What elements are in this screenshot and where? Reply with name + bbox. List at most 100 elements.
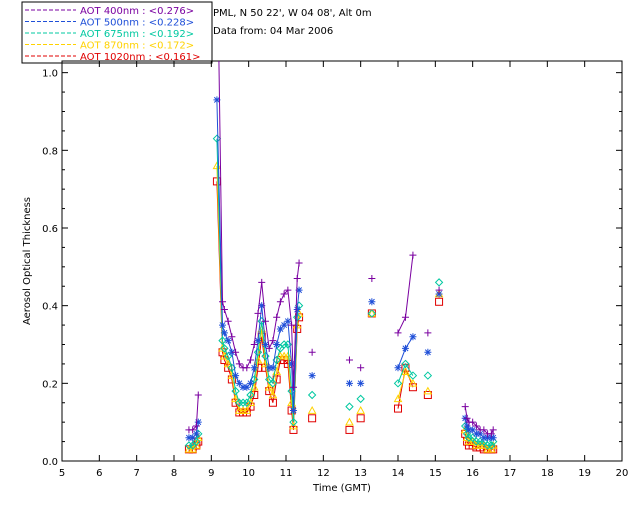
x-tick-label: 12 [317,468,330,479]
series-line [397,255,414,334]
data-point [401,313,409,321]
x-tick-label: 9 [208,468,214,479]
x-tick-label: 8 [171,468,177,479]
legend-label: AOT 500nm : <0.228> [80,18,194,29]
data-point [368,298,376,306]
data-point [250,364,258,372]
data-point [423,371,433,380]
data-point [307,390,317,400]
x-tick-label: 17 [504,468,517,479]
x-tick-label: 10 [242,468,255,479]
data-point [295,259,303,267]
data-point [219,321,227,329]
data-point [273,313,281,321]
data-point [224,317,232,325]
data-point [293,306,301,314]
data-point [356,394,365,404]
series [185,96,497,442]
data-point [269,364,277,372]
data-point [308,372,316,380]
data-point [220,329,228,337]
data-point [423,386,433,395]
data-point [194,418,202,426]
x-tick-label: 19 [578,468,591,479]
series-line [216,165,300,427]
x-tick-label: 13 [354,468,367,479]
data-point [489,434,497,442]
data-point [434,278,444,287]
data-point [345,425,354,434]
x-tick-label: 5 [59,468,65,479]
data-point [224,337,232,345]
data-point [289,407,297,415]
data-point [401,344,409,352]
plot-frame [61,60,623,462]
data-point [394,329,402,337]
series [184,161,498,453]
x-tick-label: 11 [280,468,293,479]
legend-label: AOT 675nm : <0.192> [80,29,194,40]
data-point [435,286,443,294]
info-location: PML, N 50 22', W 04 08', Alt 0m [213,8,372,19]
y-tick-label: 1.0 [42,69,58,80]
x-axis: 5 6 7 8 9 10 11 12 13 14 15 16 17 18 19 20 [59,61,629,479]
data-point [247,379,255,387]
y-tick-label: 0.0 [42,457,58,468]
data-point [219,298,227,306]
data-point [215,50,222,57]
data-point [192,430,200,438]
data-point [247,356,255,364]
data-point [409,251,417,259]
data-point [463,414,471,422]
data-point [435,297,444,306]
y-tick-label: 0.2 [42,379,58,390]
y-axis: 0.0 0.2 0.4 0.6 0.8 1.0 [42,69,622,468]
y-tick-label: 0.8 [42,146,58,157]
x-tick-label: 7 [133,468,139,479]
data-point [356,405,366,414]
aot-chart: AOT 400nm : <0.276>AOT 500nm : <0.228>AO… [21,1,629,494]
x-tick-label: 16 [466,468,479,479]
y-tick-label: 0.4 [42,302,58,313]
data-point [357,364,365,372]
data-point [394,364,402,372]
data-point [194,391,202,399]
y-axis-title: Aerosol Optical Thickness [22,197,33,325]
data-point [243,364,251,372]
plot-area [184,50,498,454]
legend-label: AOT 870nm : <0.172> [80,41,194,52]
legend: AOT 400nm : <0.276>AOT 500nm : <0.228>AO… [21,1,213,64]
x-tick-label: 6 [96,468,102,479]
x-tick-label: 14 [392,468,405,479]
series [184,177,498,454]
data-point [356,414,365,423]
data-point [409,333,417,341]
x-axis-title: Time (GMT) [312,483,371,494]
info-block: PML, N 50 22', W 04 08', Alt 0m Data fro… [213,8,372,37]
x-tick-label: 15 [429,468,442,479]
data-point [345,356,353,364]
data-point [307,405,317,414]
data-point [357,379,365,387]
x-tick-label: 20 [616,468,629,479]
data-point [345,417,354,426]
data-point [293,274,301,282]
data-point [232,372,240,380]
x-tick-label: 18 [541,468,554,479]
data-point [461,403,469,411]
data-point [232,348,240,356]
data-point [424,348,432,356]
info-date: Data from: 04 Mar 2006 [213,26,333,37]
data-point [308,414,317,423]
data-point [489,426,497,434]
data-point [258,278,266,286]
data-point [393,379,403,388]
data-point [368,274,376,282]
data-point [276,298,284,306]
data-point [424,329,432,337]
data-point [345,402,354,411]
data-point [273,340,281,348]
data-point [345,379,353,387]
y-tick-label: 0.6 [42,224,58,235]
data-point [308,348,316,356]
